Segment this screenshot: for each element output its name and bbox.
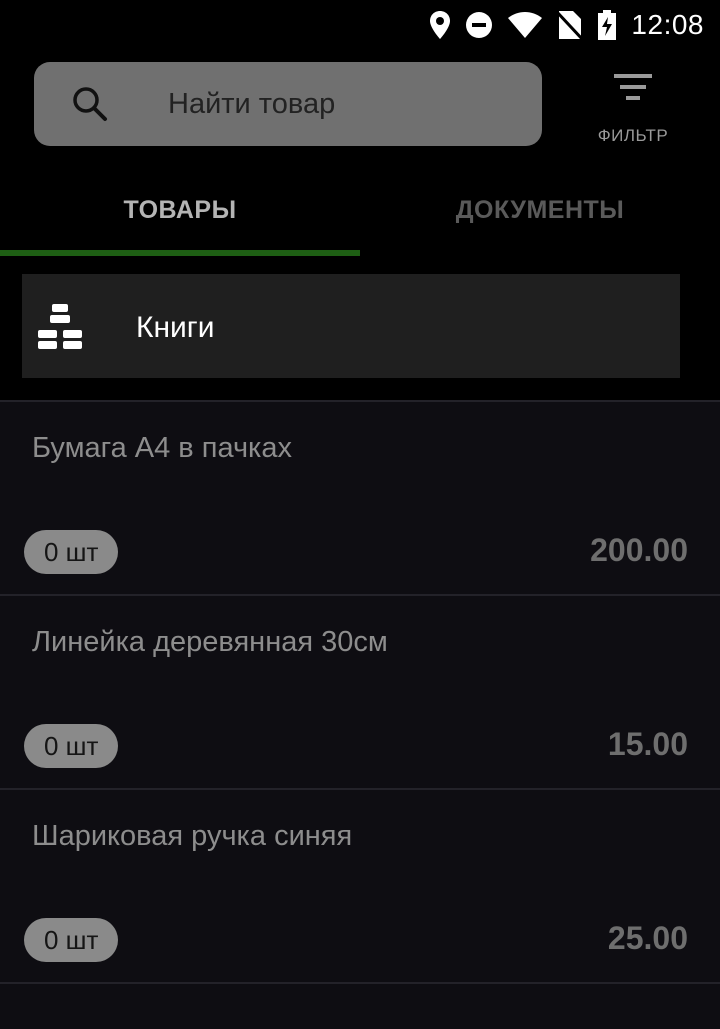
category-item-books[interactable]: Книги <box>22 274 680 378</box>
quantity-badge: 0 шт <box>24 724 119 768</box>
filter-icon <box>614 74 652 100</box>
product-list: Бумага А4 в пачках 0 шт 200.00 Линейка д… <box>0 402 720 984</box>
tab-active-indicator <box>0 250 360 256</box>
tab-bar: ТОВАРЫ ДОКУМЕНТЫ <box>0 168 720 256</box>
tab-documents[interactable]: ДОКУМЕНТЫ <box>360 168 720 256</box>
product-name: Бумага А4 в пачках <box>32 432 293 464</box>
product-item[interactable]: Линейка деревянная 30см 0 шт 15.00 <box>0 596 720 790</box>
tab-goods[interactable]: ТОВАРЫ <box>0 168 360 256</box>
location-icon <box>430 11 451 39</box>
boxes-icon <box>38 304 82 349</box>
product-price: 25.00 <box>607 920 688 956</box>
category-label: Книги <box>136 311 215 344</box>
do-not-disturb-icon <box>466 12 493 38</box>
no-sim-icon <box>557 10 584 40</box>
product-price: 200.00 <box>590 532 688 568</box>
tab-goods-label: ТОВАРЫ <box>123 196 237 224</box>
battery-charging-icon <box>598 10 617 40</box>
search-input[interactable]: Найти товар <box>34 62 542 146</box>
product-item[interactable]: Шариковая ручка синяя 0 шт 25.00 <box>0 790 720 984</box>
quantity-badge: 0 шт <box>24 918 119 962</box>
product-price: 15.00 <box>607 726 688 762</box>
status-icons: 12:08 <box>429 8 704 42</box>
wifi-icon <box>508 12 543 38</box>
product-name: Шариковая ручка синяя <box>32 820 353 852</box>
tab-documents-label: ДОКУМЕНТЫ <box>455 196 625 224</box>
status-clock: 12:08 <box>631 9 704 40</box>
search-icon <box>73 87 107 121</box>
product-name: Линейка деревянная 30см <box>32 626 388 658</box>
filter-button[interactable]: ФИЛЬТР <box>580 66 686 156</box>
product-item[interactable]: Бумага А4 в пачках 0 шт 200.00 <box>0 402 720 596</box>
status-bar: 12:08 <box>0 0 720 50</box>
search-placeholder: Найти товар <box>168 88 336 120</box>
app-header: 12:08 Найти товар ФИЛЬТР ТОВАРЫ ДОКУМЕНТ… <box>0 0 720 400</box>
filter-label: ФИЛЬТР <box>597 126 669 145</box>
quantity-badge: 0 шт <box>24 530 119 574</box>
